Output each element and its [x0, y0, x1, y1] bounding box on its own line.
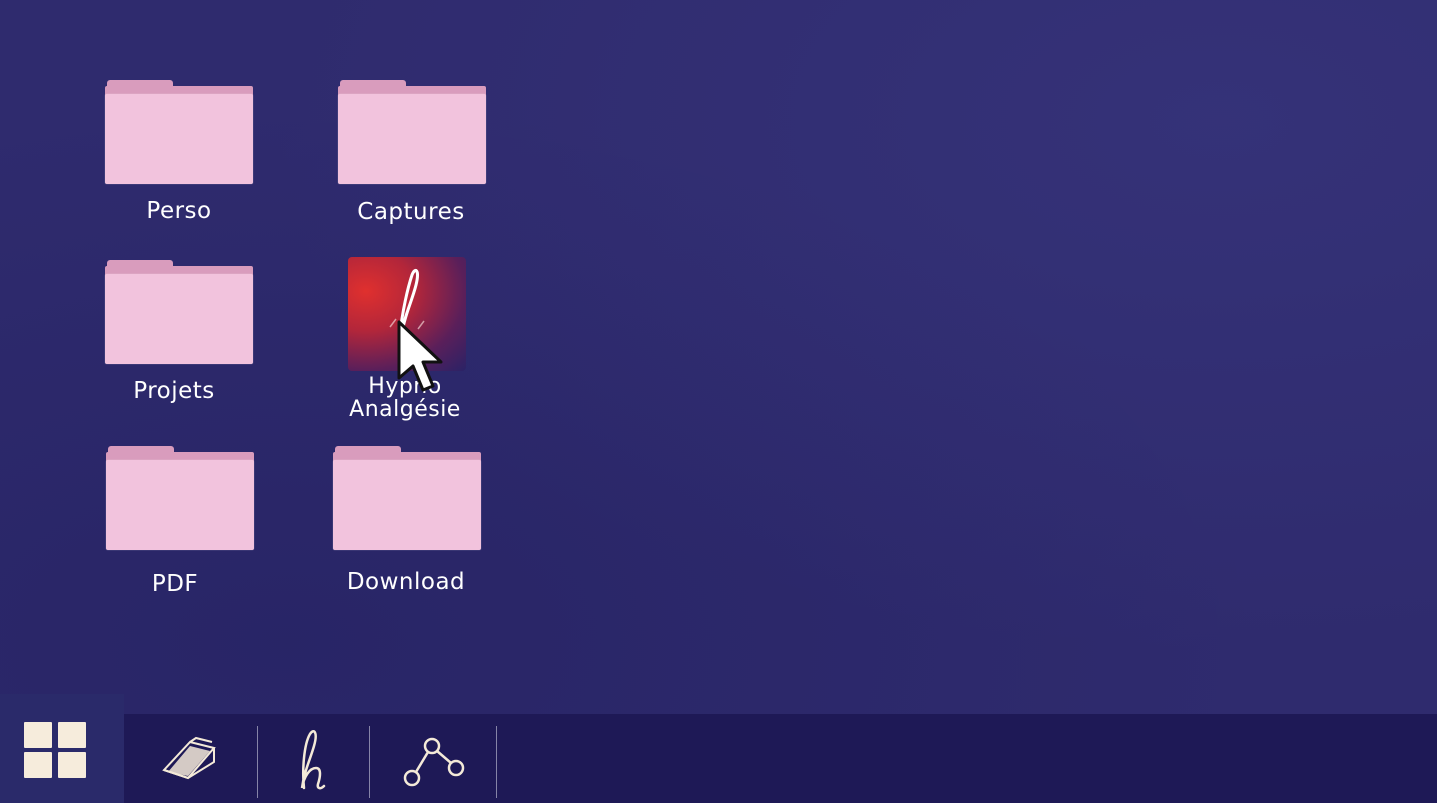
app-label-line1: Hypno: [368, 374, 442, 399]
taskbar-separator: [496, 726, 497, 798]
folder-perso[interactable]: Perso: [79, 78, 279, 228]
folder-icon: [333, 446, 481, 550]
desktop: Perso Captures Projets Hypno Analgésie P…: [0, 0, 1437, 714]
taskbar-folder-button[interactable]: [150, 722, 230, 798]
graph-nodes-icon: [403, 737, 465, 787]
letter-h-icon: [300, 730, 326, 790]
taskbar-hypno-button[interactable]: [270, 722, 350, 798]
folder-label: Captures: [357, 199, 465, 225]
folder-icon: [105, 80, 253, 184]
folder-download[interactable]: Download: [306, 444, 506, 604]
folder-icon: [106, 446, 254, 550]
script-l-icon: [389, 268, 425, 342]
hypno-app-icon: [348, 257, 466, 371]
folder-label: Download: [346, 569, 466, 595]
folder-pdf[interactable]: PDF: [75, 444, 275, 604]
folder-icon: [338, 80, 486, 184]
folder-captures[interactable]: Captures: [311, 78, 511, 228]
app-hypno-analgesie[interactable]: Hypno Analgésie: [305, 256, 505, 428]
taskbar-separator: [257, 726, 258, 798]
folder-label: Perso: [146, 198, 212, 224]
start-button[interactable]: [0, 694, 124, 803]
taskbar-separator: [369, 726, 370, 798]
folder-sketch-icon: [162, 736, 216, 780]
app-label-line2: Analgésie: [349, 397, 461, 422]
folder-label: PDF: [151, 571, 199, 597]
folder-label: Projets: [133, 378, 215, 404]
folder-projets[interactable]: Projets: [76, 258, 276, 408]
folder-icon: [105, 260, 253, 364]
taskbar-network-button[interactable]: [394, 722, 474, 798]
